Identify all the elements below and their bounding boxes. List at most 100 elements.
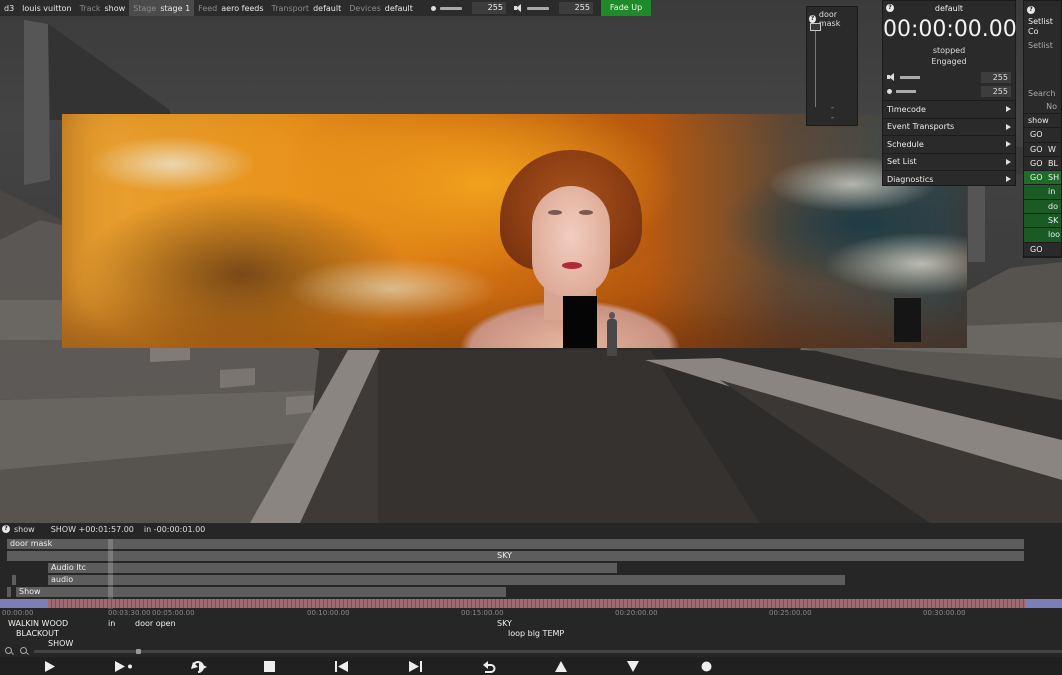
setlist-row-cue[interactable]: loo	[1024, 228, 1061, 243]
setlist-row-cue[interactable]: SK	[1024, 214, 1061, 229]
cue-in[interactable]: in	[108, 619, 115, 629]
timecode-display: 00:00:00.00	[883, 17, 1017, 42]
door-mask-panel[interactable]: ? door mask - -	[806, 6, 858, 126]
timeline-strip[interactable]	[0, 599, 1062, 608]
track-selector[interactable]: Track show	[76, 0, 130, 16]
record-dot-icon	[701, 661, 711, 672]
previous-section-button[interactable]	[333, 660, 349, 673]
transport-brightness-row[interactable]: 255	[883, 84, 1015, 98]
figure-body	[607, 319, 617, 356]
brightness-slider[interactable]	[439, 6, 462, 10]
go-button[interactable]: GO	[1024, 171, 1046, 184]
menu-diagnostics[interactable]: Diagnostics	[883, 170, 1015, 188]
layer-audio[interactable]: audio	[48, 575, 845, 585]
volume-slider[interactable]	[526, 6, 549, 10]
left-block-2	[220, 368, 255, 388]
play-button[interactable]	[42, 660, 58, 673]
cue-show[interactable]: SHOW	[48, 639, 73, 649]
transport-brightness-value[interactable]: 255	[981, 85, 1011, 97]
volume-icon	[513, 4, 523, 12]
project-name[interactable]: louis vuitton	[18, 0, 75, 16]
help-icon[interactable]: ?	[1027, 6, 1035, 14]
layer-audio-stub[interactable]	[12, 575, 16, 585]
help-icon[interactable]: ?	[809, 15, 816, 23]
transport-selector[interactable]: Transport default	[268, 0, 346, 16]
master-brightness[interactable]: 255	[427, 0, 510, 16]
zoom-in-icon[interactable]	[20, 647, 27, 654]
setlist-subtitle: Setlist	[1028, 41, 1053, 50]
stage-selector[interactable]: Stage stage 1	[129, 0, 195, 16]
cue-door-open[interactable]: door open	[135, 619, 176, 629]
setlist-row[interactable]: GO W	[1024, 143, 1061, 157]
door-mask-fader-handle[interactable]	[810, 23, 821, 31]
transport-volume-value[interactable]: 255	[981, 71, 1011, 83]
fade-up-button[interactable]: Fade Up	[600, 0, 652, 16]
transport-brightness-slider[interactable]	[896, 89, 916, 93]
go-button[interactable]: GO	[1024, 143, 1046, 156]
tick-label: 00:15:00.00	[461, 609, 504, 617]
menu-event-transports[interactable]: Event Transports	[883, 117, 1015, 136]
setlist-row[interactable]: GO	[1024, 128, 1061, 143]
left-tower	[24, 20, 50, 185]
setlist-panel[interactable]: ? Setlist Co Setlist Search No show GO G…	[1023, 0, 1062, 258]
go-button[interactable]	[1024, 200, 1046, 213]
go-button[interactable]: GO	[1024, 157, 1046, 170]
menu-set-list[interactable]: Set List	[883, 152, 1015, 171]
menu-timecode[interactable]: Timecode	[883, 100, 1015, 118]
d3-window: d3 louis vuitton Track show Stage stage …	[0, 0, 1062, 675]
layer-audio-ltc[interactable]: Audio ltc	[48, 563, 617, 573]
setlist-name: W	[1048, 144, 1056, 154]
layer-sky[interactable]: SKY	[7, 551, 1024, 561]
layer-show[interactable]: Show	[16, 587, 506, 597]
setlist-row[interactable]: show	[1024, 114, 1061, 129]
setlist-row-cue[interactable]: in	[1024, 185, 1061, 200]
setlist-row[interactable]: GO	[1024, 243, 1061, 257]
go-button[interactable]	[1024, 185, 1046, 198]
menu-schedule[interactable]: Schedule	[883, 135, 1015, 153]
transport-volume-row[interactable]: 255	[883, 70, 1015, 84]
zoom-out-icon[interactable]	[5, 647, 12, 654]
timeline-panel[interactable]: ? show SHOW +00:01:57.00 in -00:00:01.00…	[0, 523, 1062, 675]
go-button[interactable]: GO	[1024, 128, 1046, 141]
jump-button[interactable]	[625, 660, 641, 673]
feed-selector[interactable]: Feed aero feeds	[194, 0, 267, 16]
cue-walkin-wood[interactable]: WALKIN WOOD	[8, 619, 68, 629]
cue-sky[interactable]: SKY	[497, 619, 512, 629]
setlist-row-cue[interactable]: do	[1024, 199, 1061, 215]
layer-door-mask[interactable]: door mask	[7, 539, 1024, 549]
triangle-down-icon	[627, 661, 639, 672]
timeline-scrollbar[interactable]	[34, 650, 1062, 653]
transport-volume-slider[interactable]	[900, 75, 920, 79]
help-icon[interactable]: ?	[2, 525, 10, 533]
door-mask-fader-track[interactable]	[815, 27, 816, 107]
setlist-name	[1046, 243, 1048, 256]
next-section-button[interactable]	[407, 660, 423, 673]
go-button[interactable]	[1024, 214, 1046, 227]
cue-loop-blg-temp[interactable]: loop blg TEMP	[508, 629, 564, 639]
stop-button[interactable]	[261, 660, 277, 673]
devices-selector[interactable]: Devices default	[345, 0, 417, 16]
timeline-scroll-handle[interactable]	[136, 649, 141, 654]
volume-value[interactable]: 255	[558, 2, 593, 14]
setlist-search[interactable]: Search	[1024, 87, 1061, 100]
layer-show-stub[interactable]	[7, 587, 11, 597]
loop-button[interactable]	[188, 660, 208, 673]
hold-button[interactable]	[553, 660, 569, 673]
record-button[interactable]	[698, 660, 714, 673]
go-button[interactable]: GO	[1024, 243, 1046, 256]
timeline-ruler[interactable]: 00:00:00 00:03:30.00 00:05:00.00 00:10:0…	[0, 608, 1062, 618]
app-menu[interactable]: d3	[0, 0, 18, 16]
return-to-start-button[interactable]	[481, 660, 497, 673]
brightness-value[interactable]: 255	[471, 2, 506, 14]
transport-panel[interactable]: ? default 00:00:00.00 stopped Engaged 25…	[882, 0, 1017, 188]
portrait-eye-right	[579, 210, 593, 215]
play-to-next-button[interactable]	[114, 660, 134, 673]
engaged-status: Engaged	[931, 57, 967, 66]
go-button[interactable]	[1024, 228, 1046, 241]
brightness-icon	[887, 88, 892, 94]
setlist-row-active[interactable]: GO SH	[1024, 171, 1061, 186]
setlist-row[interactable]: GO BL	[1024, 157, 1061, 172]
master-volume[interactable]: 255	[510, 0, 597, 16]
setlist-name: BL	[1048, 158, 1058, 168]
cue-blackout[interactable]: BLACKOUT	[16, 629, 59, 639]
